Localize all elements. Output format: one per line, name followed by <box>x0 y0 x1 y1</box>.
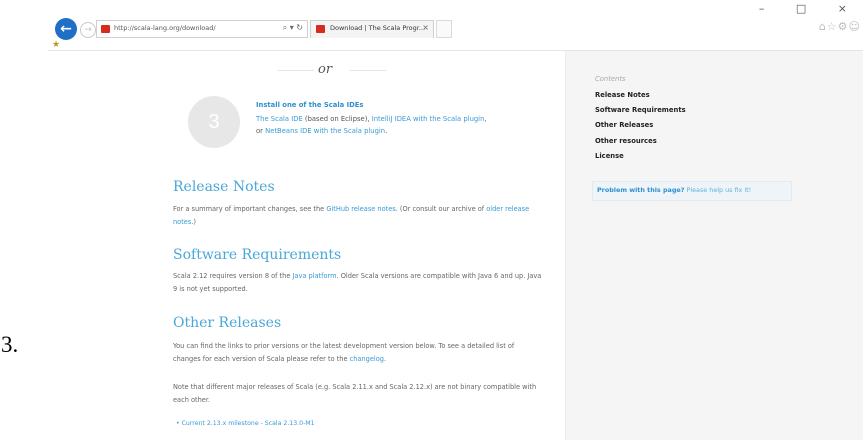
ide-text-part: . <box>385 126 388 135</box>
release-notes-heading: Release Notes <box>173 179 275 195</box>
ide-text-part: or <box>256 126 266 135</box>
problem-box: Problem with this page? Please help us f… <box>592 181 792 201</box>
divider <box>278 70 314 71</box>
sidebar-item-license[interactable]: License <box>595 152 624 160</box>
binary-compat-note: Note that different major releases of Sc… <box>173 383 537 404</box>
scala-ide-link[interactable]: The Scala IDE <box>256 115 303 123</box>
tab-close-icon[interactable]: × <box>422 23 429 32</box>
text-part: .) <box>191 217 196 226</box>
text-part: Scala 2.12 requires version 8 of the <box>173 272 293 280</box>
text-part: You can find the links to prior versions… <box>173 342 515 363</box>
search-refresh-icon[interactable]: ⌕ ▾ ↻ <box>283 23 303 33</box>
page-content: or 3 Install one of the Scala IDEs The S… <box>48 50 863 440</box>
url-text: http://scala-lang.org/download/ <box>114 24 216 32</box>
address-bar[interactable]: http://scala-lang.org/download/ ⌕ ▾ ↻ <box>96 20 308 38</box>
tab-title: Download | The Scala Progr... <box>330 24 426 32</box>
ide-text-part: , <box>484 115 487 123</box>
step-circle: 3 <box>188 96 240 148</box>
window-controls[interactable]: – □ × <box>759 2 861 15</box>
toolbar-icons[interactable]: ⌂☆⚙☺ <box>819 20 861 33</box>
text-part: For a summary of important changes, see … <box>173 205 327 213</box>
java-platform-link[interactable]: Java platform <box>292 272 336 280</box>
problem-text: Problem with this page? Please help us f… <box>597 186 751 194</box>
sidebar: Contents Release Notes Software Requirem… <box>565 51 863 440</box>
release-notes-text: For a summary of important changes, see … <box>173 203 543 228</box>
tab-download[interactable]: Download | The Scala Progr... × <box>310 20 434 38</box>
ide-text-part: (based on Eclipse), <box>302 115 372 123</box>
release-list-item[interactable]: • Current 2.13.x milestone - Scala 2.13.… <box>176 420 315 427</box>
text-part: . <box>383 354 387 363</box>
new-tab-button[interactable] <box>436 20 452 38</box>
problem-label: Problem with this page? <box>597 186 685 194</box>
back-arrow-icon[interactable]: ← <box>55 18 77 40</box>
other-releases-text: You can find the links to prior versions… <box>173 340 543 365</box>
sidebar-item-release-notes[interactable]: Release Notes <box>595 91 650 99</box>
help-fix-link[interactable]: Please help us fix it! <box>684 186 752 194</box>
sidebar-item-other-releases[interactable]: Other Releases <box>595 121 653 129</box>
software-requirements-text: Scala 2.12 requires version 8 of the Jav… <box>173 270 543 295</box>
step-number: 3. <box>1 332 19 357</box>
ide-step-title[interactable]: Install one of the Scala IDEs <box>256 101 363 109</box>
sidebar-heading: Contents <box>595 75 626 83</box>
or-separator: or <box>318 62 333 77</box>
sidebar-item-other-resources[interactable]: Other resources <box>595 137 657 145</box>
software-requirements-heading: Software Requirements <box>173 247 342 263</box>
github-release-notes-link[interactable]: GitHub release notes <box>326 205 395 213</box>
forward-arrow-icon[interactable]: → <box>80 22 96 38</box>
netbeans-link[interactable]: NetBeans IDE with the Scala plugin <box>265 127 385 135</box>
favorites-bar-icon[interactable]: ★ <box>52 40 60 50</box>
tab-favicon-icon <box>316 25 325 33</box>
divider <box>350 70 386 71</box>
intellij-link[interactable]: IntelliJ IDEA with the Scala plugin <box>372 115 485 123</box>
browser-chrome: ← → http://scala-lang.org/download/ ⌕ ▾ … <box>48 0 863 50</box>
ide-step-text: The Scala IDE (based on Eclipse), Intell… <box>256 114 556 137</box>
site-favicon-icon <box>101 25 110 33</box>
changelog-link[interactable]: changelog <box>350 355 384 363</box>
other-releases-heading: Other Releases <box>173 315 282 331</box>
sidebar-item-software-requirements[interactable]: Software Requirements <box>595 106 686 114</box>
text-part: . (Or consult our archive of <box>395 205 487 213</box>
